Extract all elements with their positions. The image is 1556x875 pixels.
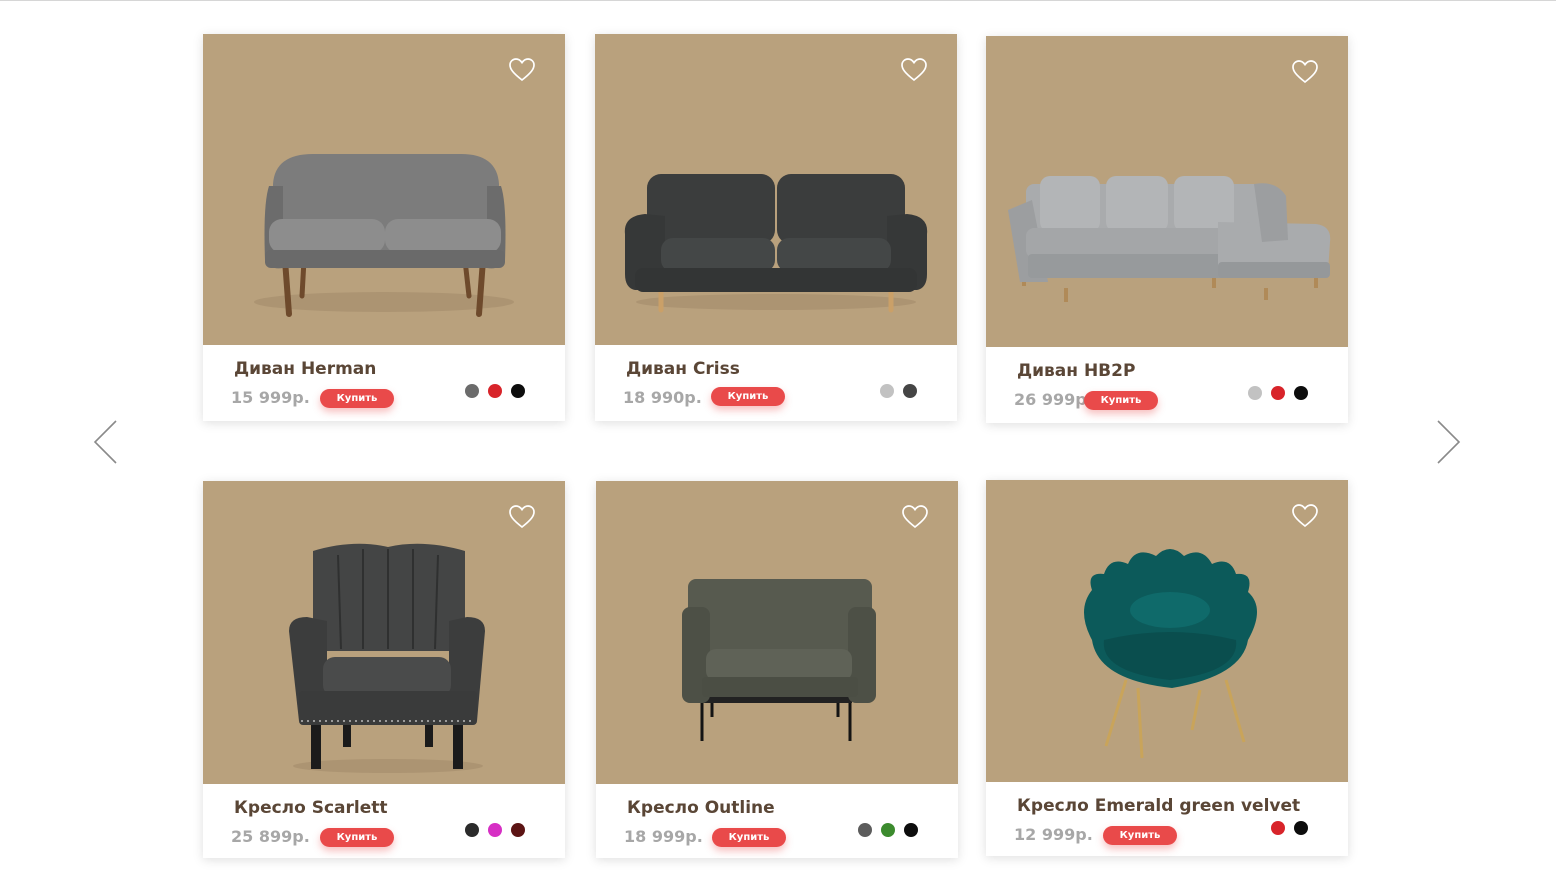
color-swatches xyxy=(1248,386,1308,400)
product-card[interactable]: Диван Criss 18 990р. Купить xyxy=(595,34,957,421)
product-info: Кресло Scarlett 25 899р. Купить xyxy=(203,784,565,860)
product-image xyxy=(986,480,1348,782)
heart-icon[interactable] xyxy=(509,58,535,82)
product-image xyxy=(203,34,565,345)
product-price: 12 999р. xyxy=(1014,825,1093,844)
color-swatch[interactable] xyxy=(881,823,895,837)
color-swatches xyxy=(858,823,918,837)
buy-button[interactable]: Купить xyxy=(320,828,394,847)
buy-button[interactable]: Купить xyxy=(1103,826,1177,845)
chevron-left-icon xyxy=(93,420,117,464)
top-divider xyxy=(0,0,1556,1)
color-swatch[interactable] xyxy=(1294,821,1308,835)
buy-button[interactable]: Купить xyxy=(320,389,394,408)
color-swatches xyxy=(465,823,525,837)
buy-button[interactable]: Купить xyxy=(712,828,786,847)
product-card[interactable]: Кресло Emerald green velvet 12 999р. Куп… xyxy=(986,480,1348,856)
color-swatch[interactable] xyxy=(880,384,894,398)
color-swatch[interactable] xyxy=(903,384,917,398)
product-name: Кресло Outline xyxy=(627,798,775,818)
color-swatch[interactable] xyxy=(511,823,525,837)
product-image xyxy=(595,34,957,345)
product-image xyxy=(986,36,1348,347)
color-swatch[interactable] xyxy=(1294,386,1308,400)
product-card[interactable]: Кресло Outline 18 999р. Купить xyxy=(596,481,958,858)
product-price: 18 990р. xyxy=(623,388,702,407)
product-info: Диван Criss 18 990р. Купить xyxy=(595,345,957,421)
color-swatch[interactable] xyxy=(511,384,525,398)
color-swatch[interactable] xyxy=(488,384,502,398)
color-swatches xyxy=(465,384,525,398)
product-price: 15 999р. xyxy=(231,388,310,407)
product-info: Диван Herman 15 999р. Купить xyxy=(203,345,565,421)
color-swatch[interactable] xyxy=(904,823,918,837)
prev-arrow-button[interactable] xyxy=(92,418,120,466)
heart-icon[interactable] xyxy=(1292,504,1318,528)
product-price: 18 999р. xyxy=(624,827,703,846)
buy-button[interactable]: Купить xyxy=(1084,391,1158,410)
next-arrow-button[interactable] xyxy=(1434,418,1462,466)
product-card[interactable]: Диван Herman 15 999р. Купить xyxy=(203,34,565,421)
color-swatch[interactable] xyxy=(858,823,872,837)
color-swatch[interactable] xyxy=(1271,386,1285,400)
product-name: Диван Criss xyxy=(626,359,740,379)
chevron-right-icon xyxy=(1437,420,1461,464)
product-info: Кресло Emerald green velvet 12 999р. Куп… xyxy=(986,782,1348,858)
color-swatch[interactable] xyxy=(1271,821,1285,835)
color-swatch[interactable] xyxy=(465,384,479,398)
product-price: 25 899р. xyxy=(231,827,310,846)
product-image xyxy=(203,481,565,784)
product-price: 26 999р. xyxy=(1014,390,1093,409)
color-swatches xyxy=(1271,821,1308,835)
heart-icon[interactable] xyxy=(1292,60,1318,84)
color-swatch[interactable] xyxy=(465,823,479,837)
color-swatch[interactable] xyxy=(488,823,502,837)
buy-button[interactable]: Купить xyxy=(711,387,785,406)
heart-icon[interactable] xyxy=(509,505,535,529)
heart-icon[interactable] xyxy=(901,58,927,82)
color-swatches xyxy=(880,384,917,398)
product-image xyxy=(596,481,958,784)
product-card[interactable]: Кресло Scarlett 25 899р. Купить xyxy=(203,481,565,858)
color-swatch[interactable] xyxy=(1248,386,1262,400)
product-card[interactable]: Диван HB2P 26 999р. Купить xyxy=(986,36,1348,423)
product-name: Диван HB2P xyxy=(1017,361,1136,381)
product-name: Диван Herman xyxy=(234,359,377,379)
product-info: Кресло Outline 18 999р. Купить xyxy=(596,784,958,860)
product-info: Диван HB2P 26 999р. Купить xyxy=(986,347,1348,423)
product-name: Кресло Emerald green velvet xyxy=(1017,796,1301,816)
heart-icon[interactable] xyxy=(902,505,928,529)
product-name: Кресло Scarlett xyxy=(234,798,388,818)
